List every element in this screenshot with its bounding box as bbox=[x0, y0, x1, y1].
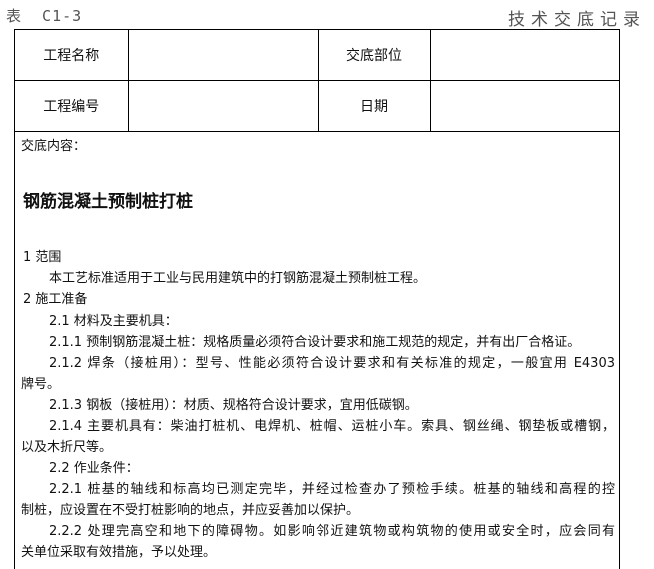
section-heading: 2 施工准备 bbox=[23, 292, 88, 307]
body-line: 2.2.2 处理完高空和地下的障碍物。如影响邻近建筑物或构筑物的使用或安全时，应… bbox=[49, 524, 615, 539]
project-no-field[interactable] bbox=[127, 80, 319, 132]
date-field[interactable] bbox=[429, 80, 619, 132]
body-line: 2.1.2 焊条（接桩用）：型号、性能必须符合设计要求和有关标准的规定，一般宜用… bbox=[49, 356, 615, 371]
body-line: 2.2.1 桩基的轴线和标高均已测定完毕，并经过检查办了预检手续。桩基的轴线和高… bbox=[49, 482, 615, 497]
info-row-2: 工程编号 日期 bbox=[15, 80, 619, 132]
body-line: 牌号。 bbox=[21, 377, 61, 392]
info-row-1: 工程名称 交底部位 bbox=[15, 30, 619, 81]
location-field[interactable] bbox=[429, 30, 619, 81]
record-form: 工程名称 交底部位 工程编号 日期 交底内容： 钢筋混凝土预制桩打桩 1 范围 … bbox=[14, 29, 620, 569]
project-name-field[interactable] bbox=[127, 30, 319, 81]
body-line: 关单位采取有效措施，予以处理。 bbox=[21, 545, 217, 560]
body-line: 2.1.1 预制钢筋混凝土桩：规格质量必须符合设计要求和施工规范的规定，并有出厂… bbox=[49, 335, 581, 350]
subsection-heading: 2.2 作业条件： bbox=[49, 461, 139, 476]
form-code: 表 C1-3 bbox=[6, 7, 83, 25]
body-line: 制桩，应设置在不受打桩影响的地点，并应妥善加以保护。 bbox=[21, 503, 360, 518]
location-label: 交底部位 bbox=[317, 30, 431, 81]
content-title: 钢筋混凝土预制桩打桩 bbox=[23, 192, 193, 212]
body-line: 2.1.4 主要机具有：柴油打桩机、电焊机、桩帽、运桩小车。索具、钢丝绳、钢垫板… bbox=[49, 419, 615, 434]
project-name-label: 工程名称 bbox=[15, 30, 129, 81]
date-label: 日期 bbox=[317, 80, 431, 132]
body-line: 本工艺标准适用于工业与民用建筑中的打钢筋混凝土预制桩工程。 bbox=[49, 271, 427, 286]
info-table: 工程名称 交底部位 工程编号 日期 bbox=[15, 30, 619, 132]
project-no-label: 工程编号 bbox=[15, 80, 129, 132]
content-label: 交底内容： bbox=[21, 139, 87, 154]
body-line: 2.1.3 钢板（接桩用）：材质、规格符合设计要求，宜用低碳钢。 bbox=[49, 398, 418, 413]
subsection-heading: 2.1 材料及主要机具： bbox=[49, 314, 178, 329]
body-line: 以及木折尺等。 bbox=[21, 440, 113, 455]
section-heading: 1 范围 bbox=[23, 250, 62, 265]
form-title: 技术交底记录 bbox=[508, 10, 646, 30]
